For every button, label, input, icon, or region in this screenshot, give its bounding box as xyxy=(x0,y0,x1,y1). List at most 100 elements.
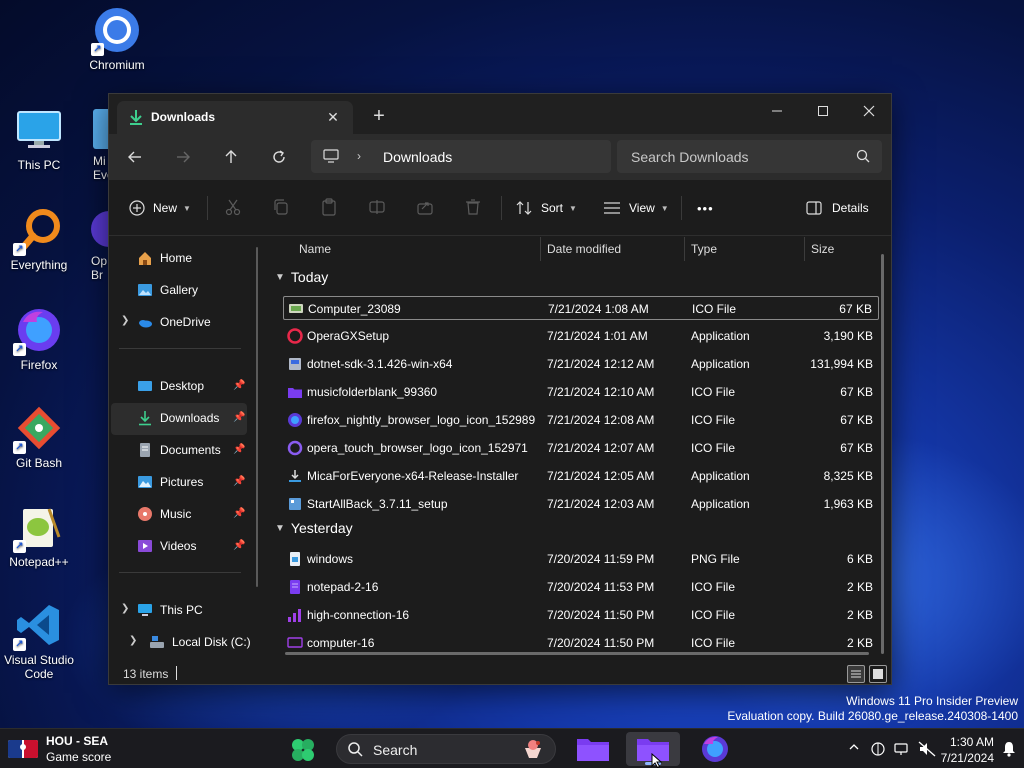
details-button[interactable]: Details xyxy=(806,196,869,220)
search-box[interactable]: Search Downloads xyxy=(617,140,882,173)
sidebar-item-local-disk[interactable]: Local Disk (C:) xyxy=(149,632,251,652)
back-button[interactable] xyxy=(121,143,149,171)
pin-icon[interactable]: 📌 xyxy=(233,380,245,391)
file-row[interactable]: opera_touch_browser_logo_icon_152971 7/2… xyxy=(283,436,879,460)
file-row[interactable]: Computer_23089 7/21/2024 1:08 AM ICO Fil… xyxy=(283,296,879,320)
desktop-icon-notepadpp[interactable]: ↗ Notepad++ xyxy=(1,503,77,569)
file-row[interactable]: high-connection-16 7/20/2024 11:50 PM IC… xyxy=(283,603,879,627)
column-header-type[interactable]: Type xyxy=(691,242,717,256)
sort-button[interactable]: Sort ▼ xyxy=(515,196,577,220)
sidebar-item-home[interactable]: Home xyxy=(137,248,192,268)
sidebar-scrollbar[interactable] xyxy=(256,247,258,587)
rename-icon[interactable] xyxy=(368,198,388,218)
up-button[interactable] xyxy=(217,143,245,171)
forward-button[interactable] xyxy=(169,143,197,171)
volume-muted-icon[interactable] xyxy=(918,741,936,760)
details-view-icon xyxy=(851,670,861,678)
monitor-icon xyxy=(323,149,339,166)
chevron-down-icon[interactable]: ❯ xyxy=(121,603,129,614)
address-segment[interactable]: Downloads xyxy=(383,149,452,165)
sidebar-item-gallery[interactable]: Gallery xyxy=(137,280,198,300)
home-icon xyxy=(137,250,153,266)
sidebar-item-pictures[interactable]: Pictures xyxy=(137,472,203,492)
chevron-right-icon[interactable]: ❯ xyxy=(129,635,137,646)
details-view-button[interactable] xyxy=(847,665,865,683)
file-size: 1,963 KB xyxy=(823,497,873,511)
taskbar-search[interactable]: Search xyxy=(336,734,556,764)
column-divider[interactable] xyxy=(684,237,685,261)
desktop-icon-mica[interactable]: Mi Eve xyxy=(79,106,109,182)
start-button[interactable] xyxy=(290,737,316,763)
sidebar-item-documents[interactable]: Documents xyxy=(137,440,221,460)
desktop-icon-this-pc[interactable]: This PC xyxy=(1,106,77,172)
column-divider[interactable] xyxy=(804,237,805,261)
file-row[interactable]: windows 7/20/2024 11:59 PM PNG File 6 KB xyxy=(283,547,879,571)
desktop-icon-opera[interactable]: Op Br xyxy=(79,206,109,282)
pin-icon[interactable]: 📌 xyxy=(233,412,245,423)
widgets-button[interactable]: HOU - SEA Game score xyxy=(8,733,111,765)
language-icon[interactable] xyxy=(870,741,886,760)
address-bar[interactable]: › Downloads xyxy=(311,140,611,173)
file-row[interactable]: firefox_nightly_browser_logo_icon_152989… xyxy=(283,408,879,432)
chevron-right-icon[interactable]: ❯ xyxy=(121,315,129,326)
search-input[interactable]: Search Downloads xyxy=(631,149,749,165)
tab-close-icon[interactable]: ✕ xyxy=(323,107,343,127)
delete-icon[interactable] xyxy=(464,198,484,218)
new-button[interactable]: New ▼ xyxy=(129,196,191,220)
desktop-icon-git-bash[interactable]: ↗ Git Bash xyxy=(1,404,77,470)
see-more-button[interactable]: ••• xyxy=(697,196,714,220)
desktop-icon-vscode[interactable]: ↗ Visual Studio Code xyxy=(1,601,77,681)
notification-bell-icon[interactable] xyxy=(1002,741,1016,760)
sidebar-item-this-pc[interactable]: This PC xyxy=(137,600,203,620)
paste-icon[interactable] xyxy=(320,198,340,218)
pin-icon[interactable]: 📌 xyxy=(233,540,245,551)
pin-icon[interactable]: 📌 xyxy=(233,508,245,519)
copy-icon[interactable] xyxy=(272,198,292,218)
desktop-icon-firefox[interactable]: ↗ Firefox xyxy=(1,306,77,372)
desktop-icon-everything[interactable]: ↗ Everything xyxy=(1,206,77,272)
file-row[interactable]: musicfolderblank_99360 7/21/2024 12:10 A… xyxy=(283,380,879,404)
view-button[interactable]: View ▼ xyxy=(603,196,669,220)
column-header-size[interactable]: Size xyxy=(811,242,834,256)
pin-icon[interactable]: 📌 xyxy=(233,444,245,455)
group-header-today[interactable]: ▼ Today xyxy=(275,269,328,285)
file-row[interactable]: notepad-2-16 7/20/2024 11:53 PM ICO File… xyxy=(283,575,879,599)
horizontal-scrollbar[interactable] xyxy=(285,652,869,655)
share-icon[interactable] xyxy=(416,198,436,218)
file-row[interactable]: StartAllBack_3.7.11_setup 7/21/2024 12:0… xyxy=(283,492,879,516)
vertical-scrollbar[interactable] xyxy=(881,254,884,654)
new-tab-button[interactable]: + xyxy=(367,105,391,129)
chevron-up-icon[interactable] xyxy=(848,741,860,756)
shortcut-arrow-icon: ↗ xyxy=(13,441,26,454)
pin-icon[interactable]: 📌 xyxy=(233,476,245,487)
column-header-date[interactable]: Date modified xyxy=(547,242,621,256)
evaluation-watermark: Windows 11 Pro Insider Preview Evaluatio… xyxy=(727,694,1018,724)
sidebar-item-onedrive[interactable]: OneDrive xyxy=(137,312,211,332)
cut-icon[interactable] xyxy=(224,198,244,218)
column-header-name[interactable]: Name xyxy=(299,242,331,256)
system-clock[interactable]: 1:30 AM 7/21/2024 xyxy=(941,734,994,766)
refresh-button[interactable] xyxy=(265,143,293,171)
sidebar-item-desktop[interactable]: Desktop xyxy=(137,376,204,396)
file-row[interactable]: dotnet-sdk-3.1.426-win-x64 7/21/2024 12:… xyxy=(283,352,879,376)
tab-downloads[interactable]: Downloads ✕ xyxy=(117,101,353,134)
taskbar-app-firefox[interactable] xyxy=(688,732,742,766)
notepad-icon xyxy=(287,579,303,595)
close-window-button[interactable] xyxy=(846,98,892,126)
minimize-button[interactable] xyxy=(754,98,800,126)
taskbar-app-folder[interactable] xyxy=(566,732,620,766)
sidebar-item-downloads[interactable]: Downloads xyxy=(137,408,219,428)
maximize-icon xyxy=(818,106,828,116)
file-date: 7/21/2024 1:01 AM xyxy=(547,329,648,343)
file-size: 2 KB xyxy=(846,636,873,650)
tiles-view-button[interactable] xyxy=(869,665,887,683)
maximize-button[interactable] xyxy=(800,98,846,126)
file-row[interactable]: MicaForEveryone-x64-Release-Installer 7/… xyxy=(283,464,879,488)
sidebar-item-videos[interactable]: Videos xyxy=(137,536,196,556)
group-header-yesterday[interactable]: ▼ Yesterday xyxy=(275,520,353,536)
sidebar-item-music[interactable]: Music xyxy=(137,504,191,524)
file-row[interactable]: OperaGXSetup 7/21/2024 1:01 AM Applicati… xyxy=(283,324,879,348)
network-icon[interactable] xyxy=(893,741,909,760)
column-divider[interactable] xyxy=(540,237,541,261)
desktop-icon-chromium[interactable]: ↗ Chromium xyxy=(79,6,155,72)
